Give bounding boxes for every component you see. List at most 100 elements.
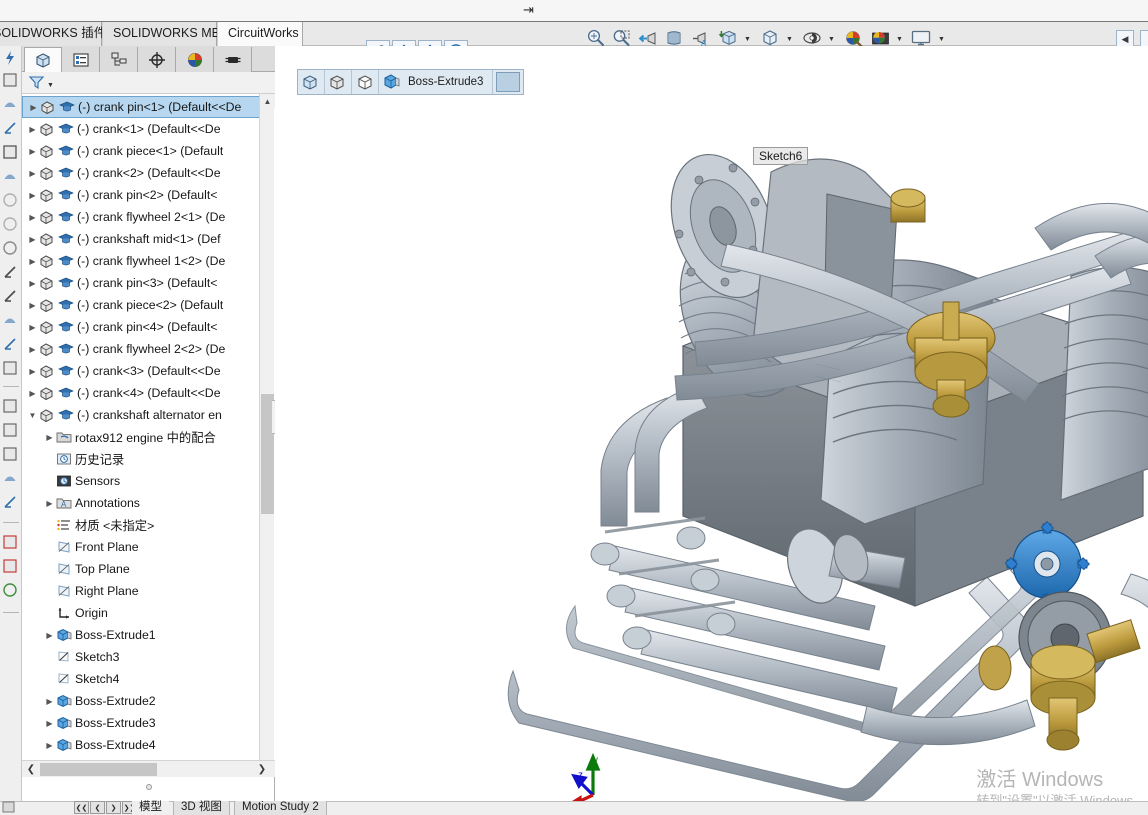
chevron-right-icon[interactable]: ▶ <box>26 118 39 140</box>
bottom-tab-1[interactable]: 3D 视图 <box>173 801 230 815</box>
chevron-right-icon[interactable]: ▶ <box>26 140 39 162</box>
bottom-tab-2[interactable]: Motion Study 2 <box>234 801 327 815</box>
chevron-right-icon[interactable]: ▶ <box>43 426 56 448</box>
tree-row[interactable]: ▶ Boss-Extrude4 <box>22 734 260 756</box>
tree-row[interactable]: Sensors <box>22 470 260 492</box>
horizontal-scroll-thumb[interactable] <box>40 763 157 776</box>
property-manager-tab[interactable] <box>62 47 100 72</box>
motion-nav-button-0[interactable]: ❮❮ <box>74 801 89 814</box>
scroll-right-arrow-icon[interactable]: ❯ <box>254 761 270 777</box>
chevron-right-icon[interactable]: ▶ <box>26 184 39 206</box>
chevron-right-icon[interactable]: ▶ <box>26 250 39 272</box>
line-tool-icon[interactable] <box>2 336 20 354</box>
tree-row[interactable]: 历史记录 <box>22 448 260 470</box>
feature-tree-vertical-scrollbar[interactable]: ▲ ▼ <box>259 94 275 776</box>
globe-icon[interactable] <box>2 240 20 258</box>
task-pane-icon[interactable] <box>2 398 20 416</box>
chevron-down-icon[interactable]: ▼ <box>26 404 39 426</box>
sketch-tool-icon[interactable] <box>2 288 20 306</box>
cad-tab-1[interactable]: SOLIDWORKS MBD <box>102 22 229 46</box>
chevron-right-icon[interactable]: ▶ <box>26 338 39 360</box>
mold-tools-icon[interactable] <box>2 120 20 138</box>
tree-row[interactable]: ▶ (-) crank piece<2> (Default <box>22 294 260 316</box>
motion-nav-button-2[interactable]: ❯ <box>106 801 121 814</box>
view-orientation-caret-icon[interactable]: ▼ <box>744 36 751 43</box>
chevron-right-icon[interactable]: ▶ <box>43 734 56 756</box>
tree-row[interactable]: ▶ A Annotations <box>22 492 260 514</box>
tree-row[interactable]: ▶ (-) crankshaft mid<1> (Def <box>22 228 260 250</box>
chevron-right-icon[interactable]: ▶ <box>26 206 39 228</box>
tree-row[interactable]: Sketch4 <box>22 668 260 690</box>
chevron-right-icon[interactable]: ▶ <box>43 712 56 734</box>
tree-row[interactable]: ▶ (-) crank pin<1> (Default<<De <box>22 96 260 118</box>
feature-manager-design-tree-tab[interactable] <box>24 47 62 72</box>
filter-caret-icon[interactable]: ▼ <box>47 82 54 89</box>
configuration-manager-tab[interactable] <box>100 47 138 72</box>
display-style-caret-icon[interactable]: ▼ <box>786 36 793 43</box>
motion-study-nav-buttons[interactable]: ❮❮ ❮ ❯ ❯❯ <box>74 801 138 815</box>
view-settings-caret-icon[interactable]: ▼ <box>938 36 945 43</box>
filter-icon[interactable] <box>28 74 46 92</box>
eye-icon[interactable] <box>2 216 20 234</box>
weldment-icon[interactable] <box>2 96 20 114</box>
library-icon[interactable] <box>2 422 20 440</box>
tree-row[interactable]: ▶ Boss-Extrude2 <box>22 690 260 712</box>
cad-tab-2[interactable]: CircuitWorks <box>217 22 303 46</box>
custom-tools-icon[interactable] <box>2 494 20 512</box>
chevron-right-icon[interactable]: ▶ <box>43 492 56 514</box>
graphics-viewport[interactable]: Boss-Extrude3 Sketch6 y z <box>275 46 1148 801</box>
tree-row[interactable]: ▶ (-) crank flywheel 2<1> (De <box>22 206 260 228</box>
tree-row[interactable]: ▶ Boss-Extrude3 <box>22 712 260 734</box>
render-tools-icon[interactable] <box>2 144 20 162</box>
tree-row[interactable]: ▶ (-) crank<3> (Default<<De <box>22 360 260 382</box>
hide-show-items-caret-icon[interactable]: ▼ <box>828 36 835 43</box>
tree-row[interactable]: ▼ (-) crankshaft alternator en <box>22 404 260 426</box>
recycle-icon[interactable] <box>2 582 20 600</box>
table-icon[interactable] <box>2 360 20 378</box>
panel-resize-grip[interactable] <box>22 781 275 793</box>
chevron-right-icon[interactable]: ▶ <box>43 624 56 646</box>
tree-row[interactable]: ▶ (-) crank pin<2> (Default< <box>22 184 260 206</box>
bottom-tab-0[interactable]: 模型 <box>132 801 169 815</box>
scroll-up-arrow-icon[interactable]: ▲ <box>260 94 275 109</box>
tree-row[interactable]: ▶ (-) crank piece<1> (Default <box>22 140 260 162</box>
pdf-export-icon[interactable] <box>2 534 20 552</box>
sheet-metal-icon[interactable] <box>2 72 20 90</box>
view-palette-icon[interactable] <box>2 446 20 464</box>
tree-row[interactable]: ▶ rotax912 engine 中的配合 <box>22 426 260 448</box>
tree-row[interactable]: 材质 <未指定> <box>22 514 260 536</box>
tree-row[interactable]: Top Plane <box>22 558 260 580</box>
surface-icon[interactable] <box>2 312 20 330</box>
scroll-left-arrow-icon[interactable]: ❮ <box>23 761 39 777</box>
chevron-right-icon[interactable]: ▶ <box>26 382 39 404</box>
origin-tool-icon[interactable] <box>2 264 20 282</box>
chevron-right-icon[interactable]: ▶ <box>26 294 39 316</box>
chevron-right-icon[interactable]: ▶ <box>26 316 39 338</box>
tree-row[interactable]: ▶ (-) crank<4> (Default<<De <box>22 382 260 404</box>
tree-row[interactable]: Front Plane <box>22 536 260 558</box>
feature-tree-filter-bar[interactable]: ▼ <box>22 72 275 94</box>
tree-row[interactable]: ▶ (-) crank<1> (Default<<De <box>22 118 260 140</box>
circle-icon[interactable] <box>2 192 20 210</box>
tree-row[interactable]: Sketch3 <box>22 646 260 668</box>
tree-row[interactable]: ▶ (-) crank<2> (Default<<De <box>22 162 260 184</box>
chevron-right-icon[interactable]: ▶ <box>26 272 39 294</box>
addins-manager-tab[interactable] <box>214 47 252 72</box>
chevron-right-icon[interactable]: ▶ <box>43 690 56 712</box>
display-manager-tab[interactable] <box>176 47 214 72</box>
chevron-right-icon[interactable]: ▶ <box>26 228 39 250</box>
swift-logo-icon[interactable] <box>2 50 20 68</box>
restore-window-icon[interactable]: ⇥ <box>523 2 534 18</box>
feature-tree-horizontal-scrollbar[interactable]: ❮ ❯ <box>22 760 275 777</box>
tree-row[interactable]: ▶ (-) crank pin<4> (Default< <box>22 316 260 338</box>
chevron-right-icon[interactable]: ▶ <box>26 360 39 382</box>
chevron-right-icon[interactable]: ▶ <box>27 96 40 118</box>
tree-row[interactable]: Right Plane <box>22 580 260 602</box>
engine-assembly-model[interactable] <box>275 46 1148 801</box>
tree-row[interactable]: ▶ (-) crank pin<3> (Default< <box>22 272 260 294</box>
tree-row[interactable]: ▶ (-) crank flywheel 2<2> (De <box>22 338 260 360</box>
apply-scene-caret-icon[interactable]: ▼ <box>896 36 903 43</box>
dimxpert-manager-tab[interactable] <box>138 47 176 72</box>
appearance-icon[interactable] <box>2 470 20 488</box>
tree-row[interactable]: ▶ (-) crank flywheel 1<2> (De <box>22 250 260 272</box>
